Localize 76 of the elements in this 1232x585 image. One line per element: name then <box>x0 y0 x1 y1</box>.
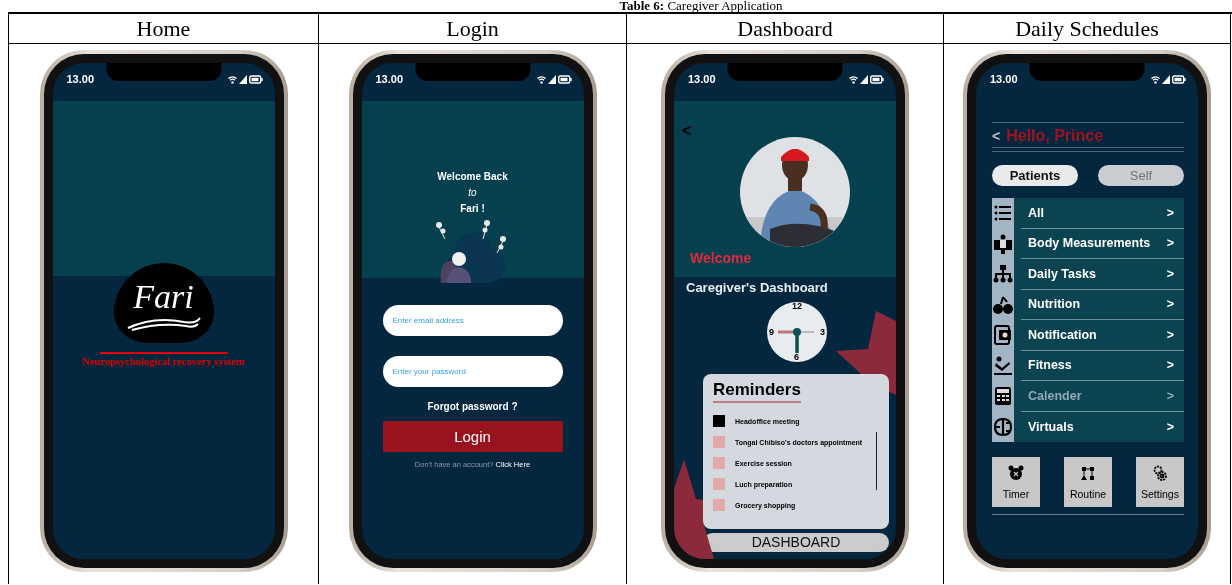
greeting-text: Hello, Prince <box>1006 127 1104 145</box>
battery-icon <box>870 74 884 84</box>
status-time: 13.00 <box>990 73 1018 85</box>
clock-number: 12 <box>792 302 802 311</box>
welcome-text: Fari ! <box>460 202 485 216</box>
chevron-text: > <box>1166 297 1174 312</box>
wifi-icon <box>1151 74 1160 84</box>
forgot-password-link[interactable]: Forgot password ? <box>427 401 518 412</box>
menu-label: Nutrition <box>1028 297 1081 312</box>
menu-label: Virtuals <box>1028 419 1074 434</box>
reminder-checkbox[interactable] <box>713 457 725 469</box>
tagline: Neuropsychological recovery system <box>82 356 245 367</box>
chevron-text: > <box>1166 236 1174 251</box>
menu-label: Daily Tasks <box>1028 266 1096 281</box>
chevron-text: > <box>1166 327 1174 342</box>
nodes-icon <box>1080 464 1096 482</box>
column-header: Daily Schedules <box>944 14 1231 44</box>
status-time: 13.00 <box>688 73 716 85</box>
battery-icon <box>557 74 572 84</box>
exercise-icon <box>993 355 1013 376</box>
body-measure-icon <box>993 233 1013 254</box>
signal-icon <box>547 74 556 84</box>
scroll-bar <box>875 432 877 490</box>
dashboard-title: Caregiver's Dashboard <box>686 280 828 295</box>
chevron-text: > <box>1166 205 1174 220</box>
calculator-icon <box>993 386 1013 407</box>
status-time: 13.00 <box>66 73 95 85</box>
email-field[interactable]: Enter email address <box>382 305 563 336</box>
clock-number: 6 <box>794 353 799 362</box>
chevron-text: > <box>1166 358 1174 373</box>
welcome-text: Welcome <box>690 250 752 266</box>
tab[interactable]: Patients <box>992 165 1078 186</box>
chevron-text: > <box>1166 266 1174 281</box>
chevron-text: > <box>1166 388 1174 403</box>
clock-icon <box>766 301 828 363</box>
back-button[interactable]: < <box>992 128 1001 144</box>
clock-number: 3 <box>820 328 825 337</box>
column-header: Home <box>9 14 319 44</box>
battery-icon <box>1172 74 1186 84</box>
tool-button[interactable]: Settings <box>1136 457 1184 507</box>
reminders-title: Reminders <box>713 380 801 403</box>
welcome-text: to <box>468 186 477 200</box>
chevron-text: > <box>1166 419 1174 434</box>
login-button[interactable]: Login <box>382 421 563 452</box>
menu-label: Notification <box>1028 327 1097 342</box>
gears-icon <box>1152 464 1168 482</box>
column-header: Login <box>319 14 627 44</box>
notification-icon <box>993 325 1013 346</box>
menu-label: Body Measurements <box>1028 236 1151 251</box>
welcome-text: Welcome Back <box>437 170 508 184</box>
signal-icon <box>860 74 868 84</box>
wifi-icon <box>849 74 858 84</box>
tool-button[interactable]: Routine <box>1064 457 1112 507</box>
clock-number: 9 <box>769 328 774 337</box>
battery-icon <box>248 74 263 84</box>
fruit-icon <box>993 294 1013 315</box>
reminder-checkbox[interactable] <box>713 436 725 448</box>
brain-icon <box>993 416 1013 437</box>
menu-label: Calender <box>1028 388 1082 403</box>
password-field[interactable]: Enter your password <box>382 356 563 387</box>
hierarchy-icon <box>993 264 1013 285</box>
menu-label: Fitness <box>1028 358 1072 373</box>
tool-button[interactable]: Timer <box>992 457 1040 507</box>
menu-label: All <box>1028 205 1044 220</box>
reminder-checkbox[interactable] <box>713 478 725 490</box>
table-caption: Table 6: Caregiver Application <box>618 0 784 12</box>
reminder-checkbox[interactable] <box>713 499 725 511</box>
column-header: Dashboard <box>627 14 944 44</box>
reminder-checkbox[interactable] <box>713 415 725 427</box>
wifi-icon <box>227 74 237 84</box>
logo-text: Fari <box>133 280 194 314</box>
wifi-icon <box>536 74 546 84</box>
signal-icon <box>1162 74 1170 84</box>
alarm-clock-icon <box>1008 464 1024 482</box>
status-time: 13.00 <box>375 73 404 85</box>
signal-icon <box>238 74 247 84</box>
